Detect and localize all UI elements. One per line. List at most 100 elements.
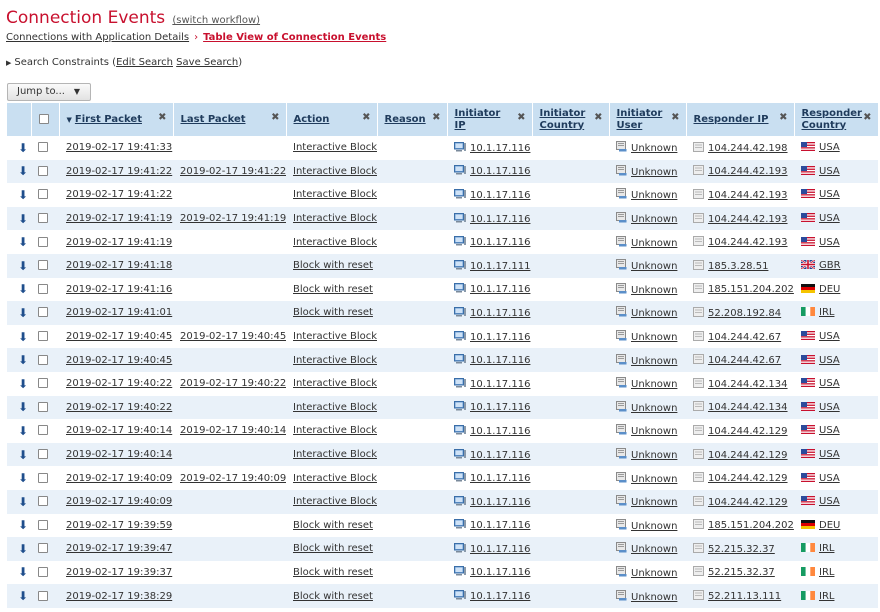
- responder-ip-link[interactable]: 104.244.42.134: [708, 402, 788, 413]
- initiator-ip-link[interactable]: 10.1.17.111: [470, 261, 530, 272]
- responder-country-link[interactable]: USA: [819, 402, 840, 413]
- download-arrow-icon[interactable]: ⬇: [14, 400, 28, 414]
- download-arrow-icon[interactable]: ⬇: [14, 495, 28, 509]
- download-arrow-icon[interactable]: ⬇: [14, 565, 28, 579]
- row-checkbox[interactable]: [38, 260, 48, 271]
- initiator-ip-link[interactable]: 10.1.17.116: [470, 520, 530, 531]
- initiator-user-link[interactable]: Unknown: [631, 238, 677, 249]
- row-checkbox[interactable]: [38, 496, 48, 507]
- row-checkbox[interactable]: [38, 566, 48, 577]
- initiator-user-link[interactable]: Unknown: [631, 568, 677, 579]
- download-arrow-icon[interactable]: ⬇: [14, 518, 28, 532]
- download-arrow-icon[interactable]: ⬇: [14, 212, 28, 226]
- responder-ip-link[interactable]: 185.151.204.202: [708, 520, 794, 531]
- action-link[interactable]: Interactive Block: [293, 237, 377, 248]
- header-responder-country[interactable]: Responder Country ✖: [794, 103, 879, 136]
- first-packet-link[interactable]: 2019-02-17 19:40:09: [66, 496, 172, 507]
- responder-ip-link[interactable]: 104.244.42.129: [708, 426, 788, 437]
- table-row[interactable]: ⬇ 2019-02-17 19:41:33 Interactive Block …: [7, 136, 878, 160]
- responder-ip-link[interactable]: 185.151.204.202: [708, 284, 794, 295]
- row-checkbox[interactable]: [38, 307, 48, 318]
- initiator-ip-link[interactable]: 10.1.17.116: [470, 591, 530, 602]
- select-all-checkbox[interactable]: [38, 113, 49, 124]
- table-row[interactable]: ⬇ 2019-02-17 19:40:14 Interactive Block …: [7, 442, 878, 467]
- expand-triangle-icon[interactable]: ▶: [6, 59, 11, 67]
- last-packet-link[interactable]: 2019-02-17 19:41:22: [180, 166, 286, 177]
- download-arrow-icon[interactable]: ⬇: [14, 141, 28, 155]
- action-link[interactable]: Interactive Block: [293, 378, 377, 389]
- responder-ip-link[interactable]: 185.3.28.51: [708, 261, 768, 272]
- initiator-user-link[interactable]: Unknown: [631, 308, 677, 319]
- row-checkbox[interactable]: [38, 519, 48, 530]
- remove-column-icon[interactable]: ✖: [362, 112, 370, 124]
- action-link[interactable]: Block with reset: [293, 591, 373, 602]
- table-row[interactable]: ⬇ 2019-02-17 19:41:22 Interactive Block …: [7, 183, 878, 207]
- remove-column-icon[interactable]: ✖: [271, 112, 279, 124]
- download-arrow-icon[interactable]: ⬇: [14, 330, 28, 344]
- row-checkbox[interactable]: [38, 331, 48, 342]
- table-row[interactable]: ⬇ 2019-02-17 19:41:01 Block with reset 1…: [7, 301, 878, 325]
- first-packet-link[interactable]: 2019-02-17 19:41:01: [66, 307, 172, 318]
- responder-ip-link[interactable]: 104.244.42.129: [708, 497, 788, 508]
- initiator-ip-link[interactable]: 10.1.17.116: [470, 284, 530, 295]
- last-packet-link[interactable]: 2019-02-17 19:40:14: [180, 425, 286, 436]
- download-arrow-icon[interactable]: ⬇: [14, 424, 28, 438]
- row-checkbox[interactable]: [38, 283, 48, 294]
- last-packet-link[interactable]: 2019-02-17 19:40:22: [180, 378, 286, 389]
- initiator-user-link[interactable]: Unknown: [631, 143, 677, 154]
- first-packet-link[interactable]: 2019-02-17 19:40:22: [66, 378, 172, 389]
- table-row[interactable]: ⬇ 2019-02-17 19:39:47 Block with reset 1…: [7, 537, 878, 561]
- sort-desc-icon[interactable]: ▼: [67, 116, 72, 124]
- breadcrumb-parent-link[interactable]: Connections with Application Details: [6, 32, 189, 43]
- download-arrow-icon[interactable]: ⬇: [14, 306, 28, 320]
- row-checkbox[interactable]: [38, 425, 48, 436]
- first-packet-link[interactable]: 2019-02-17 19:40:45: [66, 331, 172, 342]
- responder-country-link[interactable]: USA: [819, 449, 840, 460]
- table-row[interactable]: ⬇ 2019-02-17 19:40:45 2019-02-17 19:40:4…: [7, 325, 878, 349]
- initiator-user-link[interactable]: Unknown: [631, 426, 677, 437]
- initiator-ip-link[interactable]: 10.1.17.116: [470, 426, 530, 437]
- initiator-user-link[interactable]: Unknown: [631, 592, 677, 603]
- initiator-ip-link[interactable]: 10.1.17.116: [470, 237, 530, 248]
- responder-ip-link[interactable]: 104.244.42.193: [708, 214, 788, 225]
- first-packet-link[interactable]: 2019-02-17 19:41:19: [66, 213, 172, 224]
- download-arrow-icon[interactable]: ⬇: [14, 471, 28, 485]
- table-row[interactable]: ⬇ 2019-02-17 19:40:22 2019-02-17 19:40:2…: [7, 372, 878, 396]
- remove-column-icon[interactable]: ✖: [671, 112, 679, 124]
- initiator-ip-link[interactable]: 10.1.17.116: [470, 567, 530, 578]
- header-first-packet[interactable]: ▼ First Packet ✖: [59, 103, 174, 136]
- responder-ip-link[interactable]: 52.208.192.84: [708, 308, 781, 319]
- last-packet-link[interactable]: 2019-02-17 19:41:19: [180, 213, 286, 224]
- initiator-ip-link[interactable]: 10.1.17.116: [470, 473, 530, 484]
- action-link[interactable]: Interactive Block: [293, 331, 377, 342]
- row-checkbox[interactable]: [38, 472, 48, 483]
- action-link[interactable]: Block with reset: [293, 520, 373, 531]
- first-packet-link[interactable]: 2019-02-17 19:41:22: [66, 189, 172, 200]
- header-initiator-country[interactable]: Initiator Country ✖: [532, 103, 610, 136]
- edit-search-link[interactable]: Edit Search: [116, 57, 173, 68]
- responder-country-link[interactable]: IRL: [819, 567, 834, 578]
- responder-country-link[interactable]: DEU: [819, 520, 840, 531]
- responder-ip-link[interactable]: 52.215.32.37: [708, 544, 775, 555]
- responder-ip-link[interactable]: 52.211.13.111: [708, 591, 781, 602]
- initiator-ip-link[interactable]: 10.1.17.116: [470, 308, 530, 319]
- jump-to-dropdown[interactable]: Jump to... ▼: [7, 83, 91, 101]
- action-link[interactable]: Block with reset: [293, 307, 373, 318]
- first-packet-link[interactable]: 2019-02-17 19:40:09: [66, 473, 172, 484]
- download-arrow-icon[interactable]: ⬇: [14, 235, 28, 249]
- action-link[interactable]: Interactive Block: [293, 473, 377, 484]
- initiator-ip-link[interactable]: 10.1.17.116: [470, 379, 530, 390]
- table-row[interactable]: ⬇ 2019-02-17 19:38:29 Block with reset 1…: [7, 584, 878, 608]
- action-link[interactable]: Interactive Block: [293, 355, 377, 366]
- row-checkbox[interactable]: [38, 401, 48, 412]
- action-link[interactable]: Block with reset: [293, 543, 373, 554]
- table-row[interactable]: ⬇ 2019-02-17 19:40:22 Interactive Block …: [7, 395, 878, 420]
- first-packet-link[interactable]: 2019-02-17 19:41:16: [66, 284, 172, 295]
- search-constraints-label[interactable]: Search Constraints: [14, 57, 109, 68]
- first-packet-link[interactable]: 2019-02-17 19:41:22: [66, 166, 172, 177]
- initiator-user-link[interactable]: Unknown: [631, 450, 677, 461]
- first-packet-link[interactable]: 2019-02-17 19:39:47: [66, 543, 172, 554]
- header-action[interactable]: Action ✖: [286, 103, 378, 136]
- responder-ip-link[interactable]: 104.244.42.67: [708, 332, 781, 343]
- responder-country-link[interactable]: GBR: [819, 260, 841, 271]
